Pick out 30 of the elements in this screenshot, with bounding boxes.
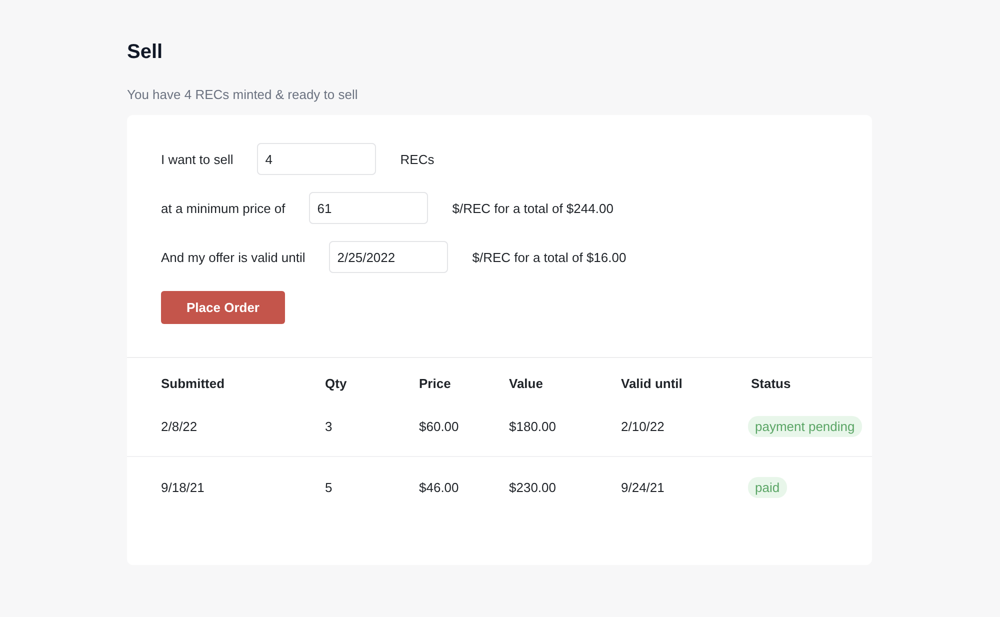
place-order-button[interactable]: Place Order: [161, 291, 285, 324]
field-suffix: $/REC for a total of $244.00: [452, 200, 614, 216]
input-field[interactable]: 2/25/2022: [329, 241, 448, 273]
field-suffix: $/REC for a total of $16.00: [472, 250, 626, 264]
field-label: I want to sell: [161, 152, 234, 166]
page-title: Sell: [127, 40, 164, 64]
table-cell-text: $46.00: [419, 480, 460, 494]
table-cell-text: 5: [325, 480, 334, 494]
status-badge: payment pending: [748, 416, 862, 436]
field-suffix: RECs: [400, 152, 434, 166]
table-cell-text: 9/24/21: [621, 480, 666, 494]
field-label: And my offer is valid until: [161, 250, 306, 264]
column-header: Valid until: [621, 376, 684, 390]
table-cell-text: 2/8/22: [161, 418, 198, 434]
table-cell-text: 2/10/22: [621, 418, 666, 434]
table-cell-text: $60.00: [419, 418, 460, 434]
column-header: Qty: [325, 376, 348, 390]
status-badge: paid: [748, 476, 787, 498]
input-field[interactable]: 61: [309, 192, 428, 224]
table-cell-text: $230.00: [509, 480, 557, 494]
column-header: Status: [751, 376, 792, 390]
column-header: Submitted: [161, 376, 226, 390]
column-header: Value: [509, 376, 544, 390]
page-subtitle: You have 4 RECs minted & ready to sell: [127, 87, 359, 103]
column-header: Price: [419, 376, 452, 390]
field-label: at a minimum price of: [161, 200, 286, 216]
table-cell-text: 9/18/21: [161, 480, 206, 494]
table-cell-text: $180.00: [509, 418, 557, 434]
table-cell-text: 3: [325, 418, 334, 434]
input-field[interactable]: 4: [257, 143, 376, 175]
